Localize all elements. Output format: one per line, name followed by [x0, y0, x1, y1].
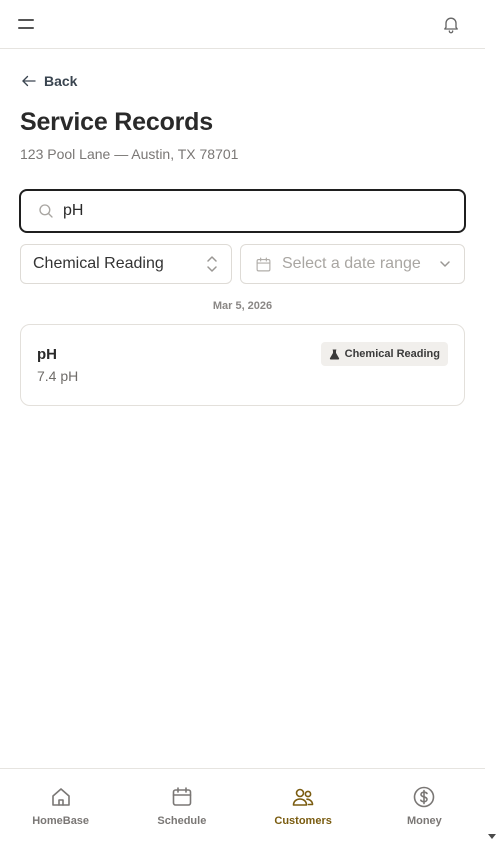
arrow-left-icon [22, 75, 36, 87]
search-field[interactable] [19, 189, 466, 233]
chevron-up-down-icon [207, 256, 217, 272]
nav-label: Schedule [157, 815, 207, 827]
record-value: 7.4 pH [37, 368, 79, 384]
nav-label: Customers [274, 815, 332, 827]
date-range-placeholder: Select a date range [282, 255, 421, 272]
nav-item-schedule[interactable]: Schedule [121, 769, 242, 845]
scroll-down-arrow-icon[interactable] [488, 834, 496, 839]
page-title: Service Records [20, 108, 213, 136]
flask-icon [329, 349, 339, 359]
nav-item-homebase[interactable]: HomeBase [0, 769, 121, 845]
nav-label: HomeBase [32, 815, 90, 827]
record-group-date: Mar 5, 2026 [212, 300, 273, 312]
record-type-select[interactable]: Chemical Reading [20, 244, 232, 284]
nav-label: Money [406, 815, 442, 827]
record-type-badge: Chemical Reading [320, 342, 448, 366]
record-type-selected: Chemical Reading [33, 255, 164, 272]
top-bar [0, 0, 485, 49]
record-type-badge-label: Chemical Reading [344, 348, 440, 360]
users-icon [292, 788, 314, 806]
calendar-icon [256, 257, 271, 271]
hamburger-menu-icon[interactable] [18, 18, 36, 30]
chevron-down-icon [440, 261, 450, 267]
app-screen: Back Service Records 123 Pool Lane — Aus… [0, 0, 485, 845]
nav-item-money[interactable]: Money [364, 769, 485, 845]
date-range-select[interactable]: Select a date range [240, 244, 465, 284]
back-button[interactable]: Back [20, 72, 77, 90]
search-icon [39, 204, 53, 218]
bottom-navigation: HomeBase Schedule Customers Money [0, 768, 485, 845]
home-icon [51, 788, 70, 806]
bell-icon[interactable] [441, 14, 461, 34]
record-title: pH [37, 346, 57, 363]
service-record-card[interactable]: pH 7.4 pH Chemical Reading [20, 324, 465, 406]
nav-item-customers[interactable]: Customers [243, 769, 364, 845]
calendar-icon [172, 787, 192, 806]
page-scrollbar[interactable] [485, 0, 500, 845]
dollar-circle-icon [414, 786, 435, 808]
back-label: Back [44, 73, 78, 89]
search-input[interactable] [63, 202, 423, 220]
customer-address: 123 Pool Lane — Austin, TX 78701 [20, 146, 239, 162]
